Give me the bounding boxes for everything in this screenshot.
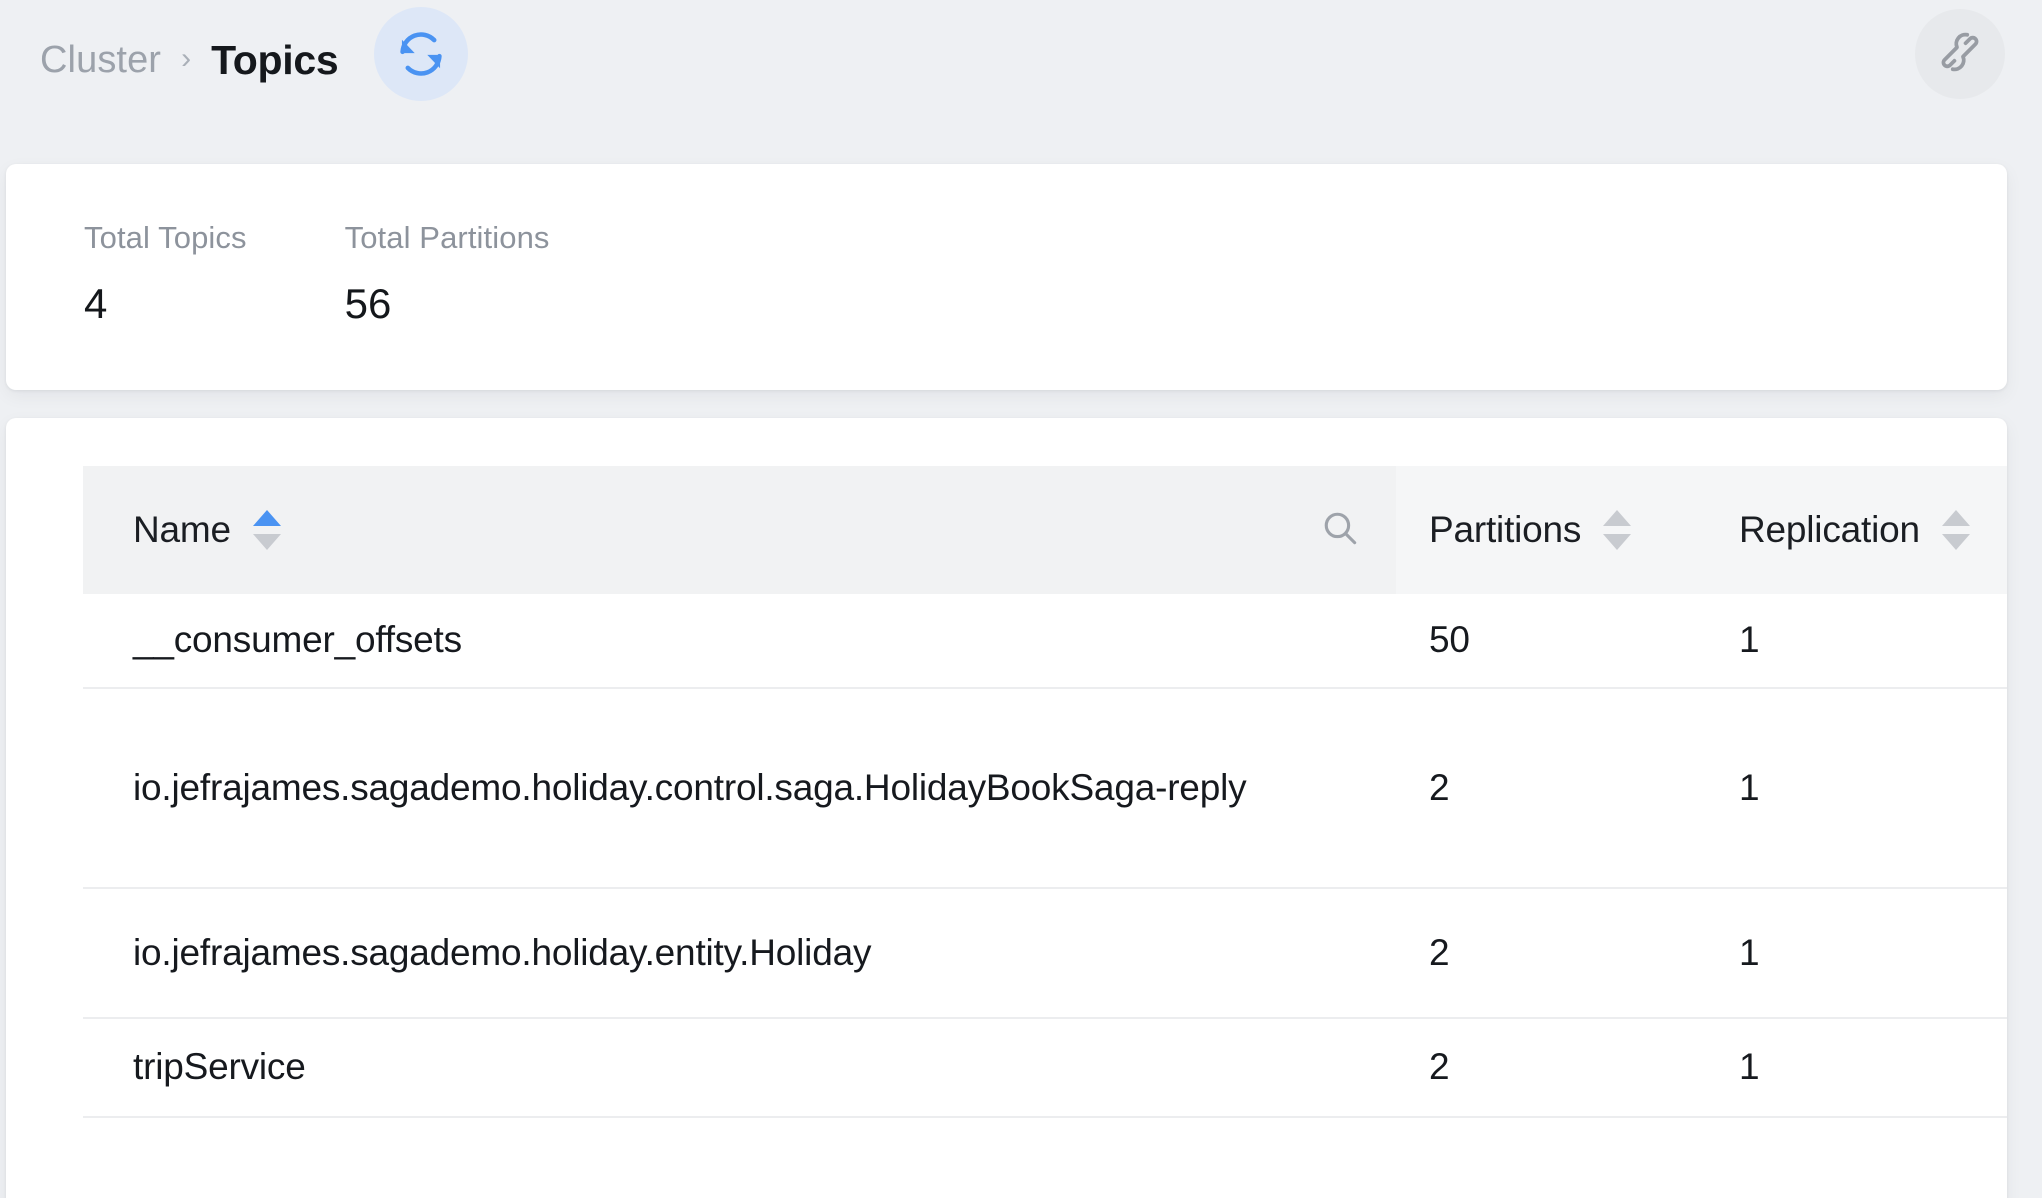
sort-toggle-partitions[interactable] — [1603, 510, 1632, 550]
column-header-label: Partitions — [1429, 509, 1582, 550]
cell-topic-name: tripService — [83, 1018, 1396, 1118]
cell-topic-name: io.jefrajames.sagademo.holiday.control.s… — [83, 688, 1396, 889]
sort-toggle-replication[interactable] — [1941, 510, 1970, 550]
table-header-row: Name Partitions Replication — [83, 466, 2007, 594]
sort-ascending-icon — [252, 510, 281, 526]
cell-replication: 1 — [1706, 594, 2007, 689]
stat-total-topics: Total Topics 4 — [84, 220, 247, 325]
topics-table: Name Partitions Replication __consumer_o… — [83, 466, 2007, 1118]
cell-replication: 1 — [1706, 1018, 2007, 1118]
table-header: Name Partitions Replication — [83, 466, 2007, 594]
column-header-partitions[interactable]: Partitions — [1396, 466, 1706, 594]
refresh-icon — [395, 28, 447, 80]
column-header-name[interactable]: Name — [83, 466, 1396, 594]
column-header-label: Name — [133, 509, 231, 550]
breadcrumb: Cluster › Topics — [0, 7, 469, 102]
page-title: Topics — [211, 36, 339, 83]
cell-partitions: 2 — [1396, 688, 1706, 889]
refresh-button[interactable] — [374, 7, 469, 101]
topics-table-card: Name Partitions Replication __consumer_o… — [6, 418, 2007, 1198]
table-body: __consumer_offsets 50 1 io.jefrajames.sa… — [83, 594, 2007, 1118]
stat-value: 56 — [344, 280, 392, 327]
cell-partitions: 50 — [1396, 594, 1706, 689]
breadcrumb-item-cluster[interactable]: Cluster — [40, 39, 161, 82]
table-row[interactable]: io.jefrajames.sagademo.holiday.control.s… — [83, 688, 2007, 889]
stat-label: Total Topics — [84, 220, 247, 255]
sort-ascending-icon — [1941, 510, 1970, 526]
table-row[interactable]: tripService 2 1 — [83, 1018, 2007, 1118]
search-icon — [1318, 506, 1362, 555]
cell-topic-name: __consumer_offsets — [83, 594, 1396, 689]
table-row[interactable]: io.jefrajames.sagademo.holiday.entity.Ho… — [83, 888, 2007, 1019]
settings-tools-button[interactable] — [1915, 9, 2005, 99]
page-header: Cluster › Topics — [0, 0, 2042, 164]
sort-descending-icon — [1941, 534, 1970, 550]
sort-descending-icon — [252, 534, 281, 550]
sort-ascending-icon — [1603, 510, 1632, 526]
stat-value: 4 — [84, 280, 108, 327]
cell-replication: 1 — [1706, 888, 2007, 1019]
stat-total-partitions: Total Partitions 56 — [345, 220, 550, 325]
search-button[interactable] — [1318, 506, 1362, 555]
sort-toggle-name[interactable] — [252, 510, 281, 550]
summary-card: Total Topics 4 Total Partitions 56 — [6, 164, 2007, 390]
table-row[interactable]: __consumer_offsets 50 1 — [83, 594, 2007, 689]
stat-label: Total Partitions — [344, 220, 550, 255]
cell-partitions: 2 — [1396, 888, 1706, 1019]
wrench-icon — [1936, 28, 1984, 81]
chevron-right-icon: › — [181, 42, 192, 75]
sort-descending-icon — [1603, 534, 1632, 550]
cell-replication: 1 — [1706, 688, 2007, 889]
column-header-replication[interactable]: Replication — [1706, 466, 2007, 594]
column-header-label: Replication — [1739, 509, 1920, 550]
cell-partitions: 2 — [1396, 1018, 1706, 1118]
cell-topic-name: io.jefrajames.sagademo.holiday.entity.Ho… — [83, 888, 1396, 1019]
